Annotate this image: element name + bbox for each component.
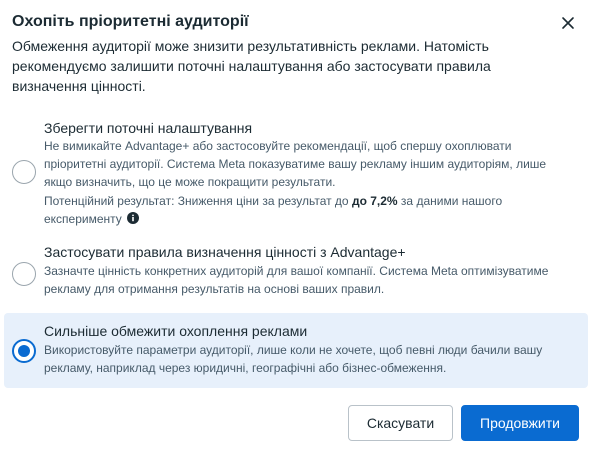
option-title: Застосувати правила визначення цінності … <box>44 244 406 260</box>
audience-dialog: Охопіть пріоритетні аудиторії Обмеження … <box>0 0 594 453</box>
continue-button[interactable]: Продовжити <box>461 405 579 441</box>
option-description: Зазначте цінність конкретних аудиторій д… <box>44 264 549 296</box>
note-prefix: Потенційний результат: Зниження ціни за … <box>44 194 352 208</box>
option-value-rules[interactable]: Застосувати правила визначення цінності … <box>4 236 588 300</box>
option-description: Використовуйте параметри аудиторії, лише… <box>44 343 543 375</box>
radio-value-rules[interactable] <box>12 262 36 286</box>
radio-restrict-reach[interactable] <box>12 339 36 363</box>
radio-keep-settings[interactable] <box>12 160 36 184</box>
option-restrict-reach[interactable]: Сильніше обмежити охоплення реклами Вико… <box>4 313 588 388</box>
cancel-button[interactable]: Скасувати <box>348 405 453 441</box>
close-icon[interactable] <box>558 13 578 33</box>
option-keep-settings[interactable]: Зберегти поточні налаштування Не вимикай… <box>4 112 588 228</box>
potential-result-note: Потенційний результат: Зниження ціни за … <box>44 192 524 228</box>
info-icon[interactable] <box>127 211 140 224</box>
option-title: Зберегти поточні налаштування <box>44 120 253 136</box>
note-bold: до 7,2% <box>351 194 398 208</box>
option-title: Сильніше обмежити охоплення реклами <box>44 323 308 339</box>
option-description: Не вимикайте Advantage+ або застосовуйте… <box>44 139 547 189</box>
dialog-title: Охопіть пріоритетні аудиторії <box>12 13 249 30</box>
dialog-intro: Обмеження аудиторії може знизити результ… <box>12 38 491 94</box>
